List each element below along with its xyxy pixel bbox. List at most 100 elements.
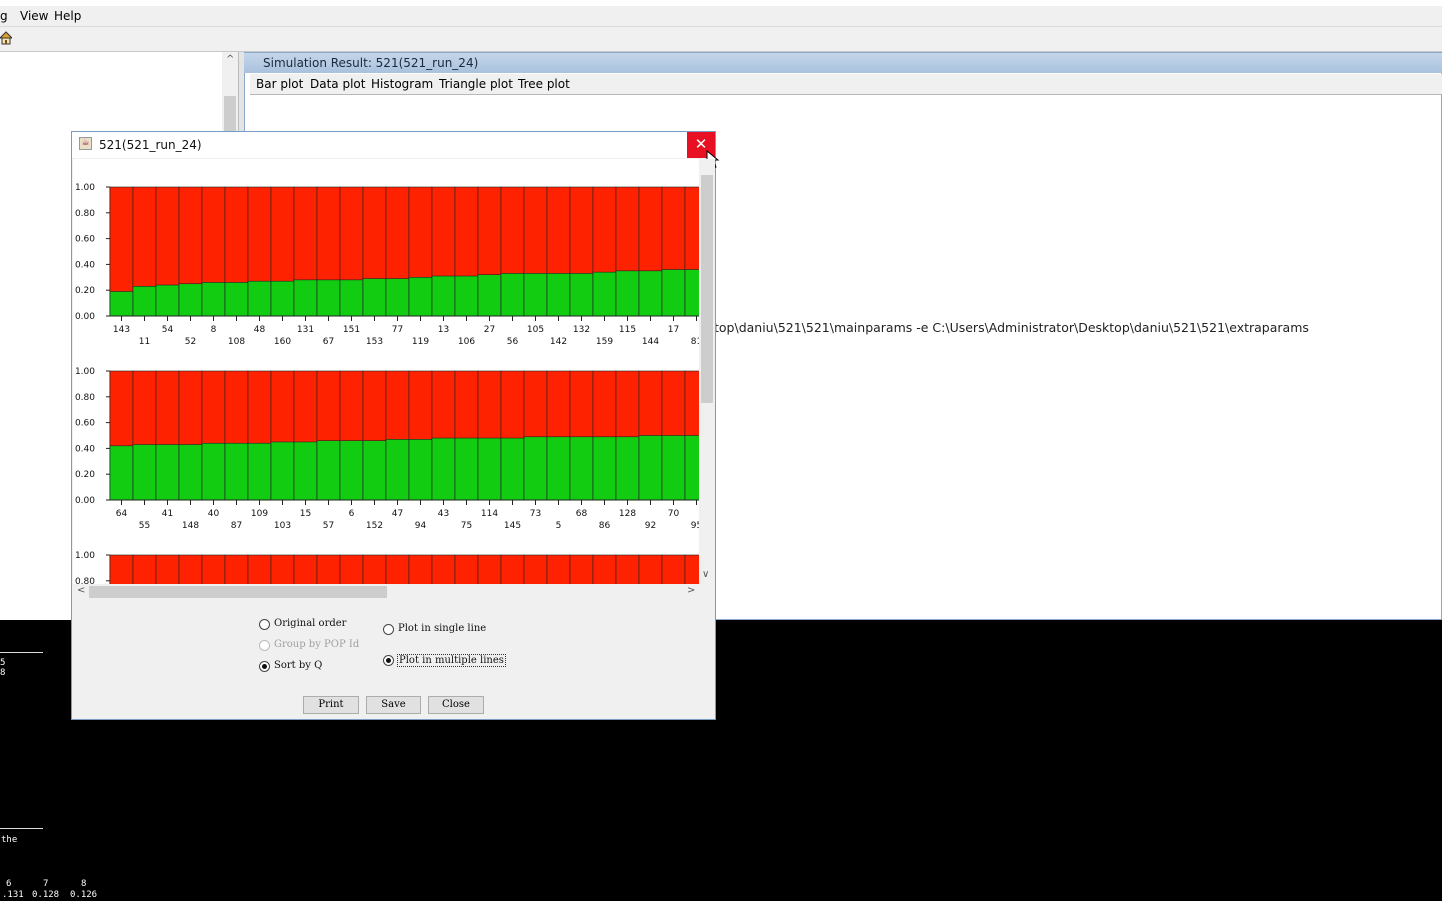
x-tick-label: 115 (619, 325, 636, 335)
console-divider (0, 652, 43, 653)
bar-cluster-2 (500, 437, 525, 501)
print-button[interactable]: Print (303, 696, 359, 714)
bar-cluster-2 (132, 444, 157, 501)
x-tick-label: 54 (162, 325, 174, 335)
bar-cluster-2 (569, 436, 594, 501)
plot-vertical-thumb[interactable] (701, 175, 713, 403)
y-tick-label: 0.80 (75, 209, 95, 219)
bar-cluster-2 (385, 278, 410, 317)
y-tick-label: 0.60 (75, 235, 95, 245)
cluster-header: 7 (43, 879, 49, 889)
bar-cluster-2 (638, 270, 663, 317)
x-tick-label: 153 (366, 337, 383, 347)
tab-triangle-plot[interactable]: Triangle plot (439, 77, 513, 91)
bar-cluster-2 (201, 442, 226, 501)
x-tick-label: 70 (668, 509, 680, 519)
bar-cluster-1 (339, 554, 364, 584)
tree-scroll-thumb[interactable] (224, 96, 236, 132)
toolbar (0, 27, 1442, 52)
menu-item-g[interactable]: g (0, 9, 8, 23)
menu-item-view[interactable]: View (20, 9, 48, 23)
single-line-radio[interactable] (383, 624, 394, 635)
x-tick-label: 92 (645, 521, 656, 531)
bar-cluster-2 (385, 439, 410, 501)
bar-cluster-2 (155, 284, 180, 317)
bar-cluster-1 (546, 554, 571, 584)
multiple-lines-radio[interactable] (383, 655, 394, 666)
tab-data-plot[interactable]: Data plot (310, 77, 365, 91)
single-line-label: Plot in single line (398, 623, 487, 634)
cluster-value: .131 (2, 890, 24, 900)
x-tick-label: 152 (366, 521, 383, 531)
x-tick-label: 48 (254, 325, 266, 335)
bar-cluster-2 (477, 437, 502, 501)
simulation-result-title: Simulation Result: 521(521_run_24) (263, 56, 479, 70)
y-tick-label: 0.80 (75, 393, 95, 403)
tab-tree-plot[interactable]: Tree plot (518, 77, 570, 91)
tab-bar-plot[interactable]: Bar plot (256, 77, 303, 91)
bar-cluster-2 (592, 436, 617, 501)
x-tick-label: 68 (576, 509, 588, 519)
scroll-left-icon[interactable]: < (77, 585, 85, 596)
x-tick-label: 151 (343, 325, 360, 335)
x-tick-label: 64 (116, 509, 128, 519)
y-tick-label: 0.40 (75, 260, 95, 270)
tab-histogram[interactable]: Histogram (371, 77, 433, 91)
java-app-icon: ☕ (79, 137, 92, 150)
x-tick-label: 41 (162, 509, 173, 519)
menu-item-help[interactable]: Help (54, 9, 81, 23)
x-tick-label: 94 (415, 521, 427, 531)
x-tick-label: 73 (530, 509, 541, 519)
x-tick-label: 56 (507, 337, 519, 347)
bar-cluster-2 (546, 436, 571, 501)
save-button[interactable]: Save (366, 696, 421, 714)
bar-cluster-2 (431, 275, 456, 317)
cluster-value: 0.126 (70, 890, 98, 900)
bar-cluster-2 (132, 286, 157, 317)
bar-cluster-2 (362, 278, 387, 317)
x-tick-label: 159 (596, 337, 613, 347)
x-tick-label: 5 (556, 521, 562, 531)
bar-cluster-2 (316, 279, 341, 317)
cluster-header: 8 (81, 879, 87, 889)
x-tick-label: 6 (349, 509, 355, 519)
x-tick-label: 108 (228, 337, 245, 347)
cluster-value: 0.128 (32, 890, 60, 900)
bar-cluster-2 (684, 269, 699, 317)
y-tick-label: 0.80 (75, 577, 95, 584)
cluster-header: 6 (6, 879, 12, 889)
home-icon[interactable] (0, 31, 12, 45)
plot-horizontal-thumb[interactable] (89, 586, 387, 598)
bar-cluster-2 (178, 444, 203, 501)
original-order-radio[interactable] (259, 619, 270, 630)
scroll-right-icon[interactable]: > (687, 585, 695, 596)
bar-cluster-2 (615, 270, 640, 317)
console-divider (0, 828, 43, 829)
x-tick-label: 13 (438, 325, 449, 335)
x-tick-label: 103 (274, 521, 291, 531)
x-tick-label: 145 (504, 521, 521, 531)
x-tick-label: 67 (323, 337, 334, 347)
command-line-text: top\daniu\521\521\mainparams -e C:\Users… (714, 320, 1309, 335)
bar-cluster-1 (615, 554, 640, 584)
scroll-up-icon[interactable]: ^ (226, 54, 234, 65)
bar-cluster-2 (224, 442, 249, 501)
bar-plot-viewport[interactable]: 1.00 0.80 0.60 0.40 0.20 0.00 143 11 54 52 8 108 48 1… (73, 159, 699, 584)
bar-cluster-2 (293, 279, 318, 317)
scroll-down-icon[interactable]: ∨ (702, 569, 709, 580)
x-tick-label: 40 (208, 509, 220, 519)
x-tick-label: 43 (438, 509, 449, 519)
tree-scrollbar[interactable]: ^ (222, 52, 238, 132)
sort-by-q-radio[interactable] (259, 661, 270, 672)
x-tick-label: 114 (481, 509, 498, 519)
bar-cluster-2 (592, 271, 617, 317)
bar-cluster-1 (523, 554, 548, 584)
bar-cluster-1 (569, 554, 594, 584)
x-tick-label: 17 (668, 325, 679, 335)
bar-cluster-2 (454, 437, 479, 501)
y-tick-label: 0.20 (75, 470, 95, 480)
structure-bar-chart: 1.00 0.80 0.60 0.40 0.20 0.00 143 11 54 52 8 108 48 1… (75, 183, 699, 584)
close-button[interactable]: Close (428, 696, 484, 714)
bar-cluster-2 (270, 280, 295, 317)
x-tick-label: 52 (185, 337, 196, 347)
